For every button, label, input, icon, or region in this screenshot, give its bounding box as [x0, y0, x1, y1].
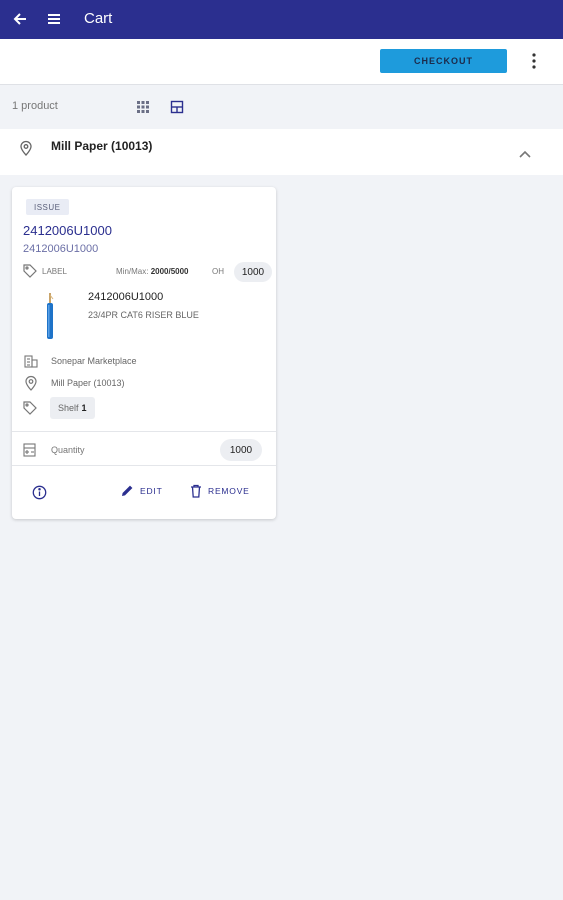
min-max-value: 2000/5000	[150, 267, 189, 276]
location-pin-icon	[19, 140, 33, 161]
shelf-label: Shelf	[58, 403, 79, 413]
min-max-label: Min/Max:	[116, 267, 149, 276]
back-arrow-icon[interactable]	[11, 10, 29, 28]
edit-label: EDIT	[140, 485, 163, 496]
product-title: 2412006U1000	[88, 291, 164, 303]
product-count: 1 product	[12, 100, 58, 112]
product-description: 23/4PR CAT6 RISER BLUE	[88, 310, 199, 320]
results-bar: 1 product	[0, 86, 563, 128]
quantity-value[interactable]: 1000	[220, 439, 262, 461]
toolbar: CHECKOUT	[0, 39, 563, 85]
calculator-icon	[23, 443, 36, 459]
location-header[interactable]: Mill Paper (10013)	[0, 129, 563, 175]
divider	[12, 431, 276, 432]
shelf-chip: Shelf 1	[50, 397, 95, 419]
pencil-icon	[122, 485, 133, 496]
edit-button[interactable]: EDIT	[121, 484, 163, 497]
quantity-label: Quantity	[51, 445, 85, 455]
card-view-icon[interactable]	[170, 100, 184, 119]
more-options-icon[interactable]	[527, 51, 541, 71]
tag-icon	[23, 401, 37, 417]
page-title: Cart	[84, 10, 113, 27]
quantity-row: Quantity 1000	[23, 439, 263, 461]
trash-icon	[191, 484, 201, 498]
item-name[interactable]: 2412006U1000	[23, 223, 112, 238]
shelf-value: 1	[81, 403, 87, 413]
app-bar: Cart	[0, 0, 563, 39]
label-text: LABEL	[42, 267, 67, 276]
item-location-row: Mill Paper (10013)	[23, 375, 263, 393]
on-hand-label: OH	[212, 267, 224, 276]
card-actions: EDIT REMOVE	[12, 481, 276, 505]
location-pin-icon	[23, 375, 39, 393]
product-thumbnail	[40, 293, 60, 341]
grid-view-icon[interactable]	[136, 100, 150, 119]
location-name: Mill Paper (10013)	[51, 139, 153, 153]
min-max: Min/Max: 2000/5000	[116, 267, 189, 276]
checkout-button[interactable]: CHECKOUT	[380, 49, 507, 73]
item-location: Mill Paper (10013)	[51, 378, 125, 388]
chevron-up-icon[interactable]	[518, 146, 532, 164]
building-icon	[23, 353, 39, 371]
supplier-name: Sonepar Marketplace	[51, 356, 137, 366]
hamburger-menu-icon[interactable]	[45, 10, 63, 28]
tag-icon	[23, 264, 37, 280]
divider	[12, 465, 276, 466]
remove-label: REMOVE	[208, 486, 250, 496]
remove-button[interactable]: REMOVE	[190, 484, 250, 498]
supplier-row: Sonepar Marketplace	[23, 353, 263, 371]
label-row: LABEL Min/Max: 2000/5000 OH 1000	[23, 262, 272, 282]
shelf-row: Shelf 1	[23, 397, 263, 419]
on-hand-value: 1000	[234, 262, 272, 282]
cart-item-card: ISSUE 2412006U1000 2412006U1000 LABEL Mi…	[12, 187, 276, 519]
transaction-type-badge: ISSUE	[26, 199, 69, 215]
item-subtitle: 2412006U1000	[23, 243, 99, 255]
info-icon[interactable]	[32, 485, 47, 502]
